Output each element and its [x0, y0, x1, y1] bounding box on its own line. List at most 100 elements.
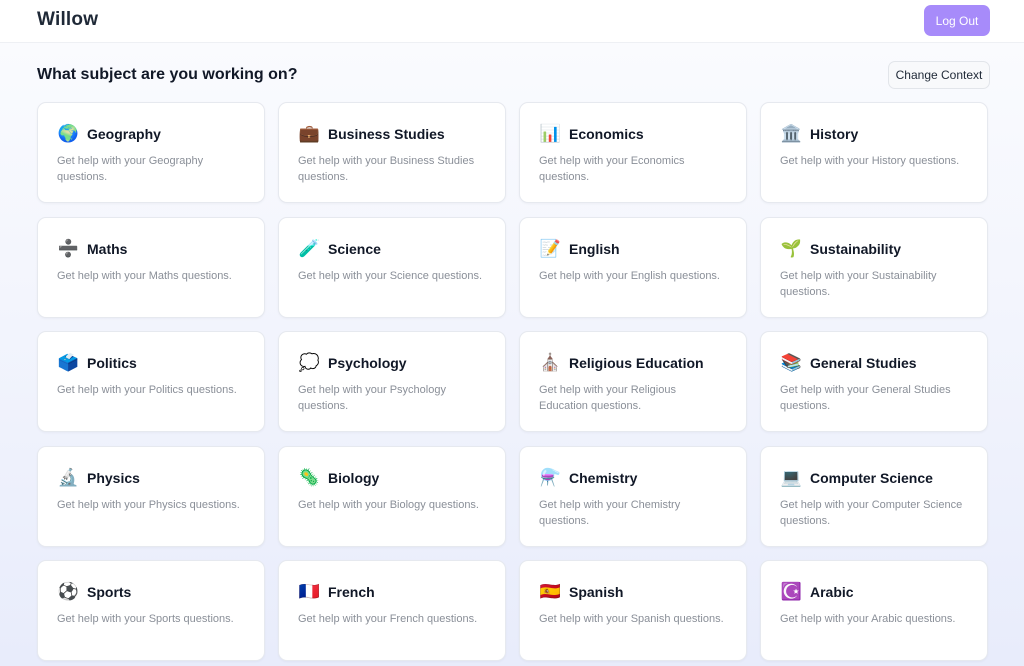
- subject-card-title: Psychology: [328, 355, 407, 372]
- subject-card-header: 💻 Computer Science: [780, 467, 971, 489]
- subject-card-religious-education[interactable]: ⛪ Religious Education Get help with your…: [519, 331, 747, 433]
- subject-card-physics[interactable]: 🔬 Physics Get help with your Physics que…: [37, 445, 265, 547]
- subject-card-title: Religious Education: [569, 355, 704, 372]
- subject-card-title: Politics: [87, 355, 137, 372]
- subject-card-header: 💼 Business Studies: [298, 123, 489, 145]
- alembic-icon: ⚗️: [539, 467, 562, 487]
- microscope-icon: 🔬: [57, 467, 80, 487]
- subject-card-description: Get help with your Economics questions.: [539, 155, 685, 183]
- church-icon: ⛪: [539, 353, 562, 373]
- subject-card-title: Sports: [87, 584, 132, 601]
- classical-building-icon: 🏛️: [780, 124, 803, 143]
- subject-card-description: Get help with your Chemistry questions.: [539, 498, 681, 527]
- app-brand: Willow: [37, 9, 99, 30]
- subject-card-psychology[interactable]: 💭 Psychology Get help with your Psycholo…: [278, 331, 506, 433]
- subject-card-sustainability[interactable]: 🌱 Sustainability Get help with your Sust…: [760, 216, 988, 318]
- subject-card-economics[interactable]: 📊 Economics Get help with your Economics…: [519, 102, 747, 203]
- test-tube-icon: 🧪: [298, 238, 321, 258]
- subject-card-title: Geography: [87, 126, 161, 142]
- subject-grid: 🌍 Geography Get help with your Geography…: [37, 102, 990, 662]
- subject-card-header: 🇫🇷 French: [298, 581, 489, 603]
- subject-card-title: Science: [328, 240, 381, 257]
- soccer-ball-icon: ⚽: [57, 582, 80, 602]
- subject-card-description: Get help with your Psychology questions.: [298, 384, 446, 413]
- subject-card-header: 📊 Economics: [539, 123, 730, 145]
- subject-card-description: Get help with your Maths questions.: [57, 269, 232, 282]
- subject-card-header: 🔬 Physics: [57, 467, 248, 489]
- globe-icon: 🌍: [57, 124, 80, 143]
- subject-card-science[interactable]: 🧪 Science Get help with your Science que…: [278, 216, 506, 318]
- subject-card-header: ⚗️ Chemistry: [539, 467, 730, 489]
- subject-card-header: 📝 English: [539, 238, 730, 260]
- star-and-crescent-icon: ☪️: [780, 582, 803, 602]
- subject-card-spanish[interactable]: 🇪🇸 Spanish Get help with your Spanish qu…: [519, 560, 747, 662]
- seedling-icon: 🌱: [780, 238, 803, 258]
- subject-card-title: Economics: [569, 126, 644, 142]
- subject-card-computer-science[interactable]: 💻 Computer Science Get help with your Co…: [760, 445, 988, 547]
- subject-card-title: Maths: [87, 240, 128, 257]
- subject-card-description: Get help with your Computer Science ques…: [780, 498, 963, 527]
- subject-card-english[interactable]: 📝 English Get help with your English que…: [519, 216, 747, 318]
- subject-card-title: General Studies: [810, 355, 917, 372]
- spanish-flag-icon: 🇪🇸: [539, 582, 562, 602]
- subject-card-description: Get help with your Biology questions.: [298, 498, 479, 511]
- subject-card-description: Get help with your Politics questions.: [57, 384, 237, 397]
- subject-card-general-studies[interactable]: 📚 General Studies Get help with your Gen…: [760, 331, 988, 433]
- subject-card-description: Get help with your Religious Education q…: [539, 384, 676, 413]
- memo-icon: 📝: [539, 238, 562, 258]
- subject-card-description: Get help with your History questions.: [780, 155, 960, 167]
- subject-card-header: 🌍 Geography: [57, 123, 248, 145]
- subject-card-description: Get help with your General Studies quest…: [780, 384, 951, 413]
- subject-card-title: English: [569, 240, 620, 257]
- subject-card-description: Get help with your Sustainability questi…: [780, 269, 937, 298]
- books-icon: 📚: [780, 353, 803, 373]
- subject-card-header: ⚽ Sports: [57, 581, 248, 603]
- bar-chart-icon: 📊: [539, 124, 562, 143]
- subject-card-title: Computer Science: [810, 469, 933, 486]
- subject-card-maths[interactable]: ➗ Maths Get help with your Maths questio…: [37, 216, 265, 318]
- subject-card-geography[interactable]: 🌍 Geography Get help with your Geography…: [37, 102, 265, 203]
- subject-card-description: Get help with your Business Studies ques…: [298, 155, 475, 183]
- thought-bubble-icon: 💭: [298, 353, 321, 373]
- subject-card-header: ➗ Maths: [57, 238, 248, 260]
- subject-card-title: Physics: [87, 469, 140, 486]
- subject-card-description: Get help with your Physics questions.: [57, 498, 240, 511]
- subject-card-description: Get help with your Arabic questions.: [780, 613, 956, 626]
- subject-card-french[interactable]: 🇫🇷 French Get help with your French ques…: [278, 560, 506, 662]
- microbe-icon: 🦠: [298, 467, 321, 487]
- change-context-button[interactable]: Change Context: [888, 61, 990, 89]
- subject-card-description: Get help with your English questions.: [539, 269, 720, 282]
- subject-card-header: 💭 Psychology: [298, 352, 489, 374]
- logout-button[interactable]: Log Out: [924, 5, 990, 36]
- subject-card-business-studies[interactable]: 💼 Business Studies Get help with your Bu…: [278, 102, 506, 203]
- subject-card-header: 🏛️ History: [780, 123, 971, 145]
- ballot-box-icon: 🗳️: [57, 353, 80, 373]
- subject-card-title: Sustainability: [810, 240, 902, 257]
- subject-card-title: Business Studies: [328, 126, 445, 142]
- subject-card-biology[interactable]: 🦠 Biology Get help with your Biology que…: [278, 445, 506, 547]
- laptop-icon: 💻: [780, 467, 803, 487]
- subject-card-chemistry[interactable]: ⚗️ Chemistry Get help with your Chemistr…: [519, 445, 747, 547]
- subject-card-header: 📚 General Studies: [780, 352, 971, 374]
- subject-card-sports[interactable]: ⚽ Sports Get help with your Sports quest…: [37, 560, 265, 662]
- subject-card-header: 🧪 Science: [298, 238, 489, 260]
- subject-card-header: 🌱 Sustainability: [780, 238, 971, 260]
- subject-card-politics[interactable]: 🗳️ Politics Get help with your Politics …: [37, 331, 265, 433]
- subject-card-header: 🗳️ Politics: [57, 352, 248, 374]
- subject-card-description: Get help with your Spanish questions.: [539, 613, 724, 626]
- briefcase-icon: 💼: [298, 124, 321, 143]
- page-heading: What subject are you working on?: [37, 66, 298, 83]
- subject-card-description: Get help with your Science questions.: [298, 269, 483, 282]
- subject-card-header: 🦠 Biology: [298, 467, 489, 489]
- subject-card-header: ⛪ Religious Education: [539, 352, 730, 374]
- subject-card-description: Get help with your French questions.: [298, 613, 478, 626]
- subject-card-header: 🇪🇸 Spanish: [539, 581, 730, 603]
- divide-icon: ➗: [57, 238, 80, 258]
- subject-card-description: Get help with your Sports questions.: [57, 613, 234, 626]
- subject-card-arabic[interactable]: ☪️ Arabic Get help with your Arabic ques…: [760, 560, 988, 662]
- subject-card-history[interactable]: 🏛️ History Get help with your History qu…: [760, 102, 988, 203]
- subject-card-description: Get help with your Geography questions.: [57, 155, 204, 183]
- subject-card-title: Arabic: [810, 584, 854, 601]
- subject-card-title: French: [328, 584, 375, 601]
- subject-card-header: ☪️ Arabic: [780, 581, 971, 603]
